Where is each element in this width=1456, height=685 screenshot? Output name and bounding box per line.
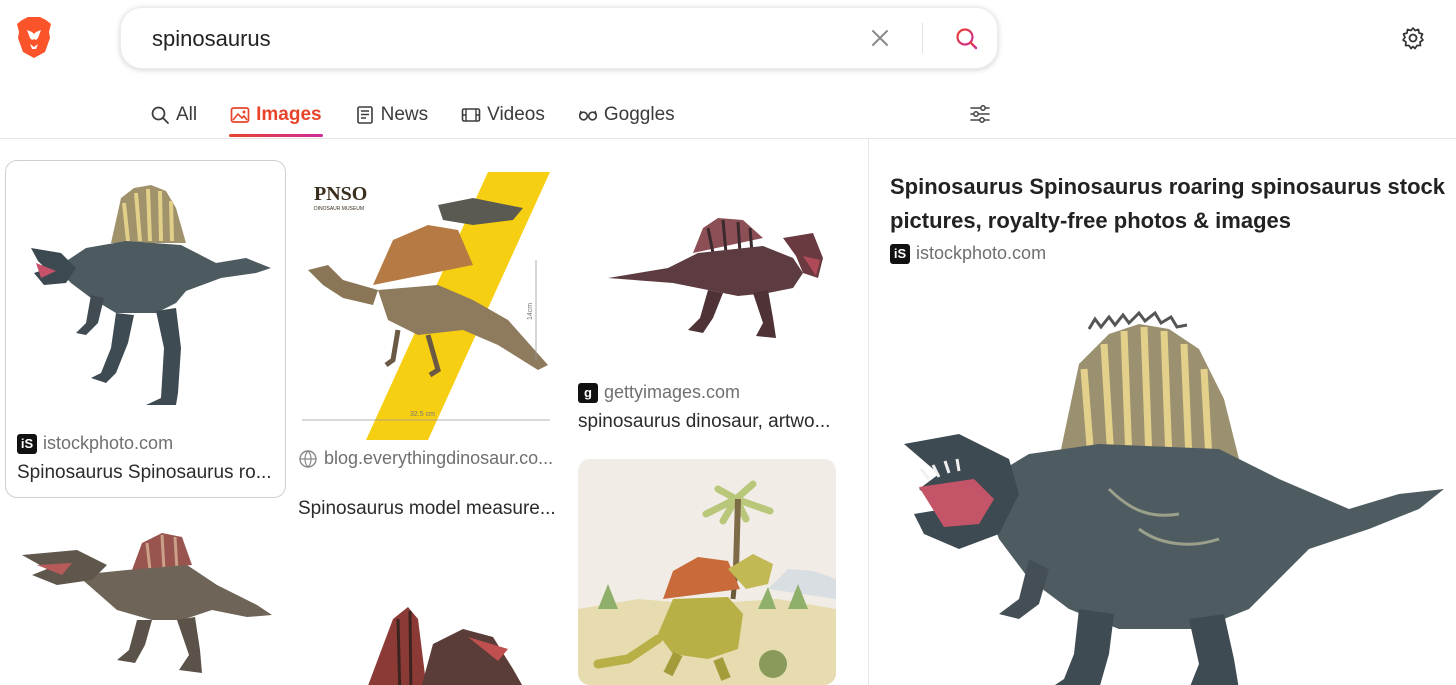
istockphoto-favicon: iS bbox=[17, 433, 37, 454]
tab-label: All bbox=[176, 104, 198, 125]
image-result-card[interactable]: PNSO DINOSAUR MUSEUM 14cm 32.5 cm blog.e… bbox=[292, 160, 564, 519]
detail-source-domain: istockphoto.com bbox=[916, 243, 1047, 263]
spinosaurus-model-thumbnail[interactable]: PNSO DINOSAUR MUSEUM 14cm 32.5 cm bbox=[298, 170, 558, 440]
spinosaurus-preview-image[interactable] bbox=[899, 309, 1456, 685]
search-divider bbox=[922, 23, 923, 53]
tab-images[interactable]: Images bbox=[229, 100, 324, 137]
gear-icon[interactable] bbox=[1400, 25, 1426, 51]
result-title[interactable]: spinosaurus dinosaur, artwo... bbox=[578, 411, 840, 433]
spinosaurus-thumbnail[interactable] bbox=[298, 599, 558, 685]
filter-sliders-icon[interactable] bbox=[968, 102, 992, 126]
image-result-card[interactable]: g gettyimages.com spinosaurus dinosaur, … bbox=[572, 160, 847, 440]
tab-goggles[interactable]: Goggles bbox=[578, 100, 675, 130]
detail-title[interactable]: Spinosaurus Spinosaurus roaring spinosau… bbox=[890, 170, 1450, 238]
image-result-card[interactable]: iS istockphoto.com Spinosaurus Spinosaur… bbox=[5, 160, 286, 498]
image-detail-panel: Spinosaurus Spinosaurus roaring spinosau… bbox=[869, 139, 1456, 685]
brave-logo[interactable] bbox=[16, 16, 52, 58]
result-source[interactable]: blog.everythingdinosaur.co... bbox=[298, 448, 553, 469]
model-height-label: 14cm bbox=[527, 303, 534, 320]
tab-videos[interactable]: Videos bbox=[461, 100, 545, 130]
pnso-subtitle: DINOSAUR MUSEUM bbox=[314, 206, 364, 212]
globe-icon bbox=[299, 449, 317, 468]
result-title[interactable]: Spinosaurus model measure... bbox=[298, 498, 560, 520]
search-bar[interactable]: spinosaurus bbox=[120, 7, 998, 69]
video-icon bbox=[461, 108, 481, 122]
news-icon bbox=[356, 106, 373, 124]
close-icon[interactable] bbox=[869, 27, 891, 49]
result-source-domain: gettyimages.com bbox=[604, 382, 741, 402]
pnso-logo: PNSO bbox=[314, 183, 367, 205]
istockphoto-favicon: iS bbox=[890, 243, 910, 264]
model-length-label: 32.5 cm bbox=[410, 411, 435, 418]
image-result-card[interactable] bbox=[5, 519, 286, 685]
tab-all[interactable]: All bbox=[150, 100, 197, 130]
image-result-card[interactable] bbox=[292, 589, 564, 685]
image-results-grid: iS istockphoto.com Spinosaurus Spinosaur… bbox=[0, 139, 868, 685]
search-icon[interactable] bbox=[954, 26, 980, 52]
tab-label: News bbox=[380, 104, 429, 125]
image-result-card[interactable] bbox=[578, 459, 836, 685]
result-source[interactable]: g gettyimages.com bbox=[578, 382, 740, 403]
result-source[interactable]: iS istockphoto.com bbox=[17, 433, 173, 454]
detail-source[interactable]: iS istockphoto.com bbox=[890, 243, 1046, 264]
search-tabs: All Images News Videos Goggles bbox=[150, 100, 708, 140]
gettyimages-favicon: g bbox=[578, 382, 598, 403]
result-title[interactable]: Spinosaurus Spinosaurus ro... bbox=[17, 462, 277, 484]
result-source-domain: istockphoto.com bbox=[43, 433, 174, 453]
tab-news[interactable]: News bbox=[355, 100, 429, 130]
spinosaurus-thumbnail[interactable] bbox=[17, 525, 277, 685]
spinosaurus-thumbnail[interactable] bbox=[16, 173, 276, 423]
result-source-domain: blog.everythingdinosaur.co... bbox=[324, 448, 554, 468]
spinosaurus-artwork-thumbnail[interactable] bbox=[578, 178, 838, 368]
tab-label: Goggles bbox=[603, 104, 675, 125]
search-input[interactable]: spinosaurus bbox=[152, 26, 271, 52]
goggles-icon bbox=[578, 110, 597, 121]
tab-label: Images bbox=[256, 104, 322, 125]
image-icon bbox=[230, 107, 250, 123]
search-icon bbox=[151, 106, 169, 124]
spinosaurus-illustration-thumbnail[interactable] bbox=[578, 459, 836, 685]
tab-label: Videos bbox=[487, 104, 545, 125]
